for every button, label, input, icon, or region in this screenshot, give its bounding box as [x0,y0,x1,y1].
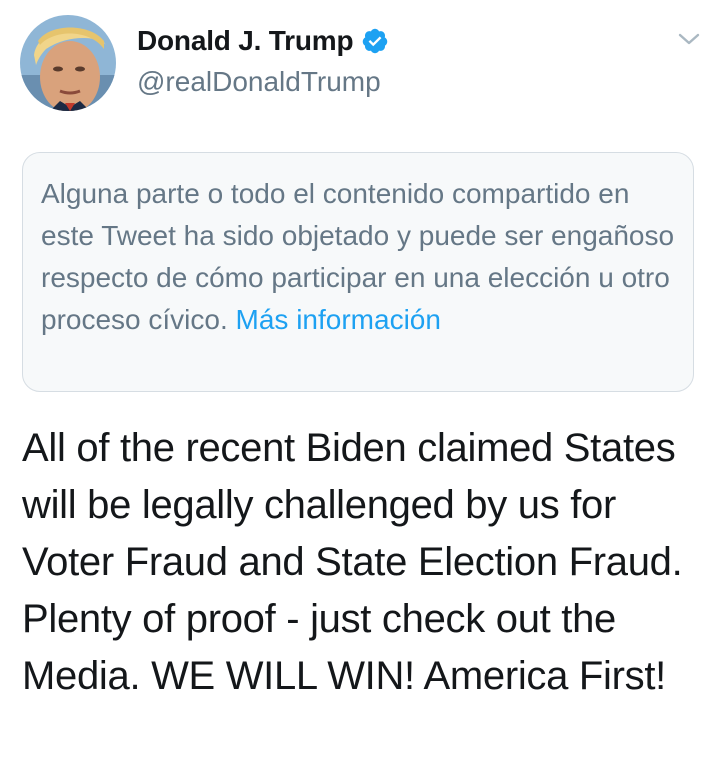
display-name[interactable]: Donald J. Trump [137,25,354,57]
user-handle[interactable]: @realDonaldTrump [137,66,389,98]
author-block: Donald J. Trump @realDonaldTrump [137,22,389,98]
avatar[interactable] [20,15,116,111]
learn-more-link[interactable]: Más información [236,304,441,335]
tweet-text: All of the recent Biden claimed States w… [22,426,683,698]
chevron-down-icon[interactable] [676,30,702,48]
profile-photo-icon [20,15,116,111]
verified-badge-icon [361,27,389,55]
misleading-info-notice: Alguna parte o todo el contenido compart… [22,152,694,392]
tweet-card: Donald J. Trump @realDonaldTrump Alguna … [0,0,718,767]
name-row: Donald J. Trump [137,22,389,60]
